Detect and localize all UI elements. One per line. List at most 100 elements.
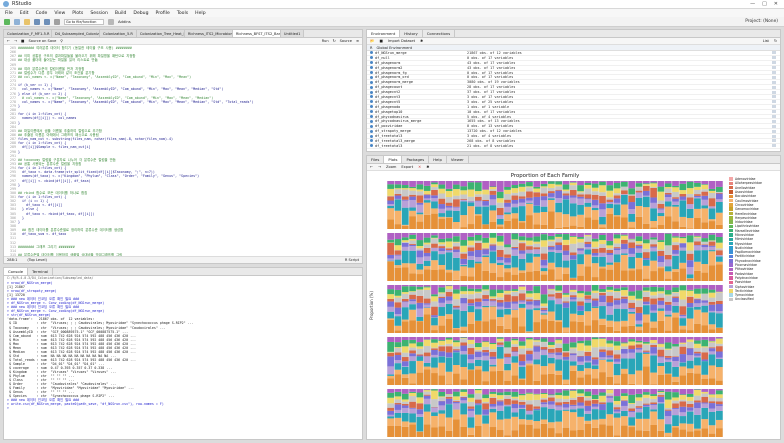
r-language-selector[interactable]: R: [370, 46, 373, 50]
global-environment-selector[interactable]: Global Environment: [377, 46, 413, 50]
tab-packages[interactable]: Packages: [402, 156, 430, 163]
expand-icon[interactable]: [370, 80, 373, 84]
environment-row[interactable]: df_treetotal3 21 obs. of 8 variables: [367, 144, 780, 149]
menu-view[interactable]: View: [54, 11, 65, 16]
menu-code[interactable]: Code: [36, 11, 48, 16]
refresh-icon[interactable]: ↻: [774, 39, 777, 43]
grid-icon[interactable]: [108, 18, 114, 25]
source-on-save-checkbox[interactable]: Source on Save: [28, 39, 56, 43]
goto-file-input[interactable]: Go to file/function: [64, 18, 104, 25]
view-table-icon[interactable]: [772, 80, 776, 84]
export-button[interactable]: Export: [401, 165, 413, 169]
view-table-icon[interactable]: [772, 100, 776, 104]
view-table-icon[interactable]: [772, 56, 776, 60]
expand-icon[interactable]: [370, 66, 373, 70]
menu-session[interactable]: Session: [90, 11, 108, 16]
menu-edit[interactable]: Edit: [20, 11, 29, 16]
menu-help[interactable]: Help: [195, 11, 205, 16]
expand-icon[interactable]: [370, 95, 373, 99]
view-table-icon[interactable]: [772, 75, 776, 79]
broom-icon[interactable]: ✱: [420, 39, 423, 43]
tab-viewer[interactable]: Viewer: [447, 156, 469, 163]
import-dataset-button[interactable]: Import Dataset: [388, 39, 415, 43]
next-plot-icon[interactable]: →: [378, 165, 381, 169]
editor-tab[interactable]: Colonization_F_MF1-5.R: [4, 30, 52, 37]
run-button[interactable]: Run: [322, 39, 329, 43]
save-icon[interactable]: [34, 18, 40, 25]
prev-plot-icon[interactable]: ←: [370, 165, 373, 169]
view-table-icon[interactable]: [772, 119, 776, 123]
view-table-icon[interactable]: [772, 90, 776, 94]
expand-icon[interactable]: [370, 119, 373, 123]
maximize-icon[interactable]: □: [762, 1, 767, 7]
tab-environment[interactable]: Environment: [367, 30, 401, 37]
expand-icon[interactable]: [370, 105, 373, 109]
tab-connections[interactable]: Connections: [423, 30, 456, 37]
tab-plots[interactable]: Plots: [384, 156, 403, 163]
expand-icon[interactable]: [370, 139, 373, 143]
editor-tab[interactable]: D4_Subsampled_Colonization_D: [52, 30, 100, 37]
save-doc-icon[interactable]: ■: [21, 39, 24, 43]
view-table-icon[interactable]: [772, 134, 776, 138]
expand-icon[interactable]: [370, 134, 373, 138]
console-output[interactable]: > nrow(df_NGSrun_merge) [1] 21867 > nrow(d…: [4, 281, 362, 439]
view-table-icon[interactable]: [772, 110, 776, 114]
editor-tab[interactable]: Untitled1: [280, 30, 305, 37]
tab-files[interactable]: Files: [367, 156, 385, 163]
scope-indicator[interactable]: (Top Level): [27, 258, 47, 262]
print-icon[interactable]: [54, 18, 60, 25]
rerun-icon[interactable]: ↻: [333, 39, 336, 43]
expand-icon[interactable]: [370, 61, 373, 65]
broom-icon[interactable]: ✱: [426, 165, 429, 169]
minimize-icon[interactable]: —: [750, 1, 755, 7]
menu-build[interactable]: Build: [115, 11, 127, 16]
search-icon[interactable]: ⚲: [60, 39, 63, 43]
remove-plot-icon[interactable]: ✕: [418, 165, 421, 169]
view-table-icon[interactable]: [772, 129, 776, 133]
code-area[interactable]: 265 ######## 여러분류 데이터 합치기 (동일한 테이블 구조 사용)…: [4, 46, 362, 256]
file-type-selector[interactable]: R Script: [345, 258, 359, 262]
editor-tab[interactable]: Richness_ITS2_Microbiome.R: [184, 30, 233, 37]
new-project-icon[interactable]: [14, 18, 20, 25]
view-table-icon[interactable]: [772, 105, 776, 109]
outline-icon[interactable]: ≡: [356, 39, 359, 43]
expand-icon[interactable]: [370, 51, 373, 55]
view-table-icon[interactable]: [772, 95, 776, 99]
tab-history[interactable]: History: [400, 30, 423, 37]
view-table-icon[interactable]: [772, 85, 776, 89]
editor-tab[interactable]: Colonization_Tree_Heat_N...: [136, 30, 185, 37]
expand-icon[interactable]: [370, 129, 373, 133]
view-table-icon[interactable]: [772, 144, 776, 148]
view-table-icon[interactable]: [772, 61, 776, 65]
project-selector[interactable]: Project: (None): [745, 19, 778, 24]
expand-icon[interactable]: [370, 85, 373, 89]
tab-help[interactable]: Help: [429, 156, 447, 163]
expand-icon[interactable]: [370, 115, 373, 119]
forward-arrow-icon[interactable]: →: [14, 39, 17, 43]
source-button[interactable]: Source: [340, 39, 352, 43]
list-view-selector[interactable]: List: [763, 39, 769, 43]
close-icon[interactable]: ✕: [774, 1, 778, 7]
new-file-icon[interactable]: [4, 18, 10, 25]
expand-icon[interactable]: [370, 56, 373, 60]
expand-icon[interactable]: [370, 144, 373, 148]
view-table-icon[interactable]: [772, 51, 776, 55]
view-table-icon[interactable]: [772, 124, 776, 128]
menu-debug[interactable]: Debug: [133, 11, 148, 16]
save-workspace-icon[interactable]: ■: [379, 39, 382, 43]
view-table-icon[interactable]: [772, 66, 776, 70]
expand-icon[interactable]: [370, 110, 373, 114]
menu-profile[interactable]: Profile: [156, 11, 170, 16]
expand-icon[interactable]: [370, 124, 373, 128]
back-arrow-icon[interactable]: ←: [7, 39, 10, 43]
expand-icon[interactable]: [370, 90, 373, 94]
menu-tools[interactable]: Tools: [177, 11, 188, 16]
tab-console[interactable]: Console: [4, 268, 29, 275]
open-folder-icon[interactable]: [24, 18, 30, 25]
open-icon[interactable]: 📂: [370, 39, 374, 43]
menu-plots[interactable]: Plots: [72, 11, 83, 16]
expand-icon[interactable]: [370, 71, 373, 74]
view-table-icon[interactable]: [772, 71, 776, 74]
expand-icon[interactable]: [370, 75, 373, 79]
menu-file[interactable]: File: [5, 11, 13, 16]
